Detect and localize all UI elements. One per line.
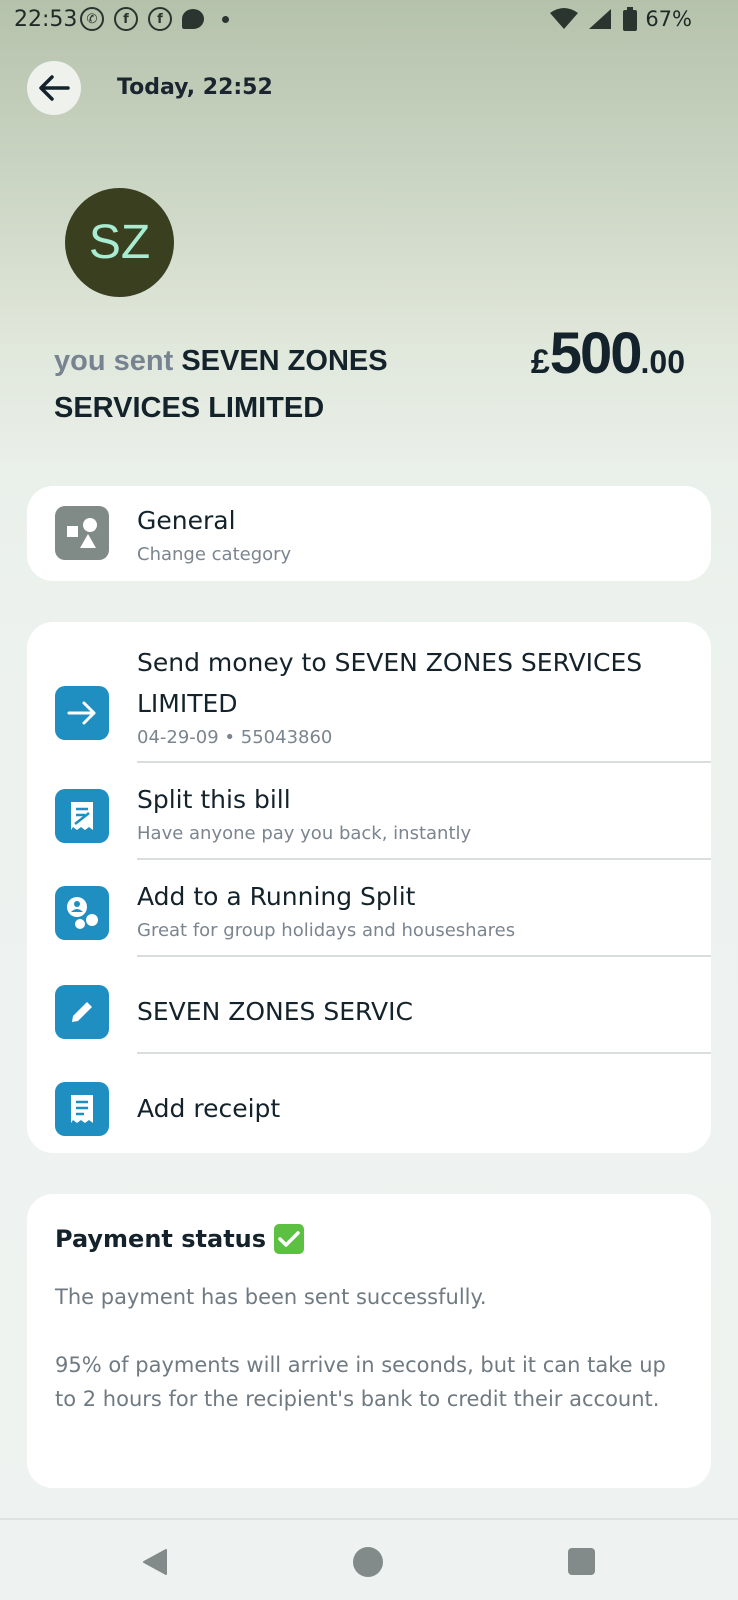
facebook-icon: f (114, 7, 138, 31)
more-notifications-icon (222, 15, 229, 23)
currency-symbol: £ (530, 343, 550, 381)
signal-icon (589, 9, 612, 29)
payment-status-title: Payment status (55, 1225, 267, 1253)
amount-minor: .00 (640, 344, 685, 380)
group-icon (55, 886, 109, 940)
payment-status-card: Payment status The payment has been sent… (27, 1194, 711, 1488)
divider (137, 761, 711, 763)
edit-name-row[interactable]: SEVEN ZONES SERVIC (27, 973, 711, 1053)
system-nav-bar (0, 1518, 738, 1600)
amount-major: 500 (549, 321, 643, 386)
whatsapp-icon: ✆ (80, 7, 104, 31)
divider (137, 858, 711, 860)
notification-icons: ✆ f f (80, 7, 229, 31)
title-prefix: you sent (54, 345, 174, 377)
check-mark-icon (274, 1224, 305, 1254)
pencil-icon (55, 985, 109, 1039)
wifi-icon (550, 8, 579, 29)
split-bill-subtitle: Have anyone pay you back, instantly (137, 823, 472, 844)
chat-icon (182, 9, 204, 29)
nav-back-icon[interactable] (140, 1547, 170, 1577)
nav-home-icon[interactable] (353, 1547, 383, 1577)
receipt-icon (55, 1082, 109, 1136)
change-category-link[interactable]: Change category (137, 543, 681, 567)
status-bar: 22:53 ✆ f f 67% (0, 0, 738, 40)
category-title: General (137, 506, 236, 535)
add-receipt-row[interactable]: Add receipt (27, 1070, 711, 1150)
arrow-left-icon (39, 75, 70, 101)
split-bill-icon (55, 789, 109, 843)
battery-icon (623, 7, 638, 31)
merchant-avatar: SZ (65, 188, 174, 297)
status-time: 22:53 (14, 7, 78, 32)
payment-status-heading: Payment status (55, 1224, 683, 1254)
divider (137, 1052, 711, 1054)
nav-recents-icon[interactable] (568, 1548, 595, 1575)
send-money-title: Send money to SEVEN ZONES SERVICES LIMIT… (137, 648, 643, 718)
system-icons: 67% (549, 7, 692, 31)
transaction-title: you sent SEVEN ZONES SERVICES LIMITED (54, 338, 474, 432)
payment-status-info: 95% of payments will arrive in seconds, … (55, 1353, 666, 1411)
account-details: 04-29-09 • 55043860 (137, 727, 333, 748)
battery-percent: 67% (645, 7, 692, 31)
shapes-icon (55, 506, 109, 560)
running-split-subtitle: Great for group holidays and houseshares (137, 920, 516, 941)
add-receipt-title: Add receipt (137, 1094, 281, 1123)
send-money-row[interactable]: Send money to SEVEN ZONES SERVICES LIMIT… (27, 642, 711, 754)
running-split-title: Add to a Running Split (137, 882, 416, 911)
merchant-name: SEVEN ZONES SERVIC (137, 997, 413, 1026)
split-bill-row[interactable]: Split this bill Have anyone pay you back… (27, 779, 711, 859)
facebook-icon: f (148, 7, 172, 31)
back-button[interactable] (27, 61, 81, 115)
avatar-initials: SZ (88, 216, 151, 269)
running-split-row[interactable]: Add to a Running Split Great for group h… (27, 876, 711, 956)
divider (137, 955, 711, 957)
actions-card: Send money to SEVEN ZONES SERVICES LIMIT… (27, 622, 711, 1153)
arrow-right-icon (55, 686, 109, 740)
split-bill-title: Split this bill (137, 785, 291, 814)
category-card[interactable]: General Change category (27, 486, 711, 581)
transaction-datetime: Today, 22:52 (117, 75, 273, 100)
payment-status-message: The payment has been sent successfully. (55, 1285, 487, 1309)
transaction-amount: £500.00 (531, 320, 685, 387)
